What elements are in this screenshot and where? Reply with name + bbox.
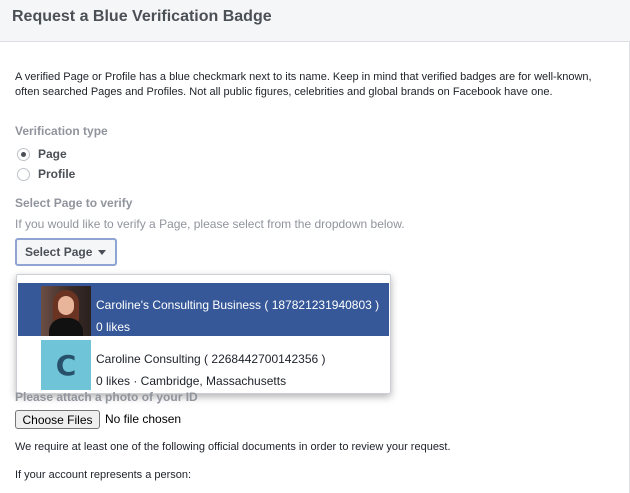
select-page-dropdown[interactable]: Select Page [15, 238, 117, 266]
dropdown-option-title: Caroline Consulting ( 2268442700142356 ) [96, 352, 326, 366]
radio-page-button[interactable] [17, 147, 30, 161]
radio-page[interactable]: Page [17, 146, 67, 162]
dropdown-option-subtitle: 0 likes [96, 320, 131, 334]
page-title: Request a Blue Verification Badge [12, 8, 272, 25]
radio-profile-label: Profile [38, 167, 76, 181]
file-status-text: No file chosen [105, 412, 182, 426]
radio-page-label: Page [38, 147, 67, 161]
select-page-label: Select Page to verify [15, 196, 133, 210]
select-page-button-label: Select Page [25, 245, 93, 259]
radio-profile[interactable]: Profile [17, 166, 75, 182]
dialog-header: Request a Blue Verification Badge [0, 0, 630, 42]
select-page-helper: If you would like to verify a Page, plea… [15, 217, 405, 231]
page-profile-photo [41, 286, 91, 336]
verification-type-label: Verification type [15, 124, 108, 138]
intro-text: A verified Page or Profile has a blue ch… [15, 71, 592, 98]
radio-profile-button[interactable] [17, 167, 30, 181]
page-letter-avatar: C [41, 340, 91, 390]
dropdown-option-caroline-consulting-business[interactable]: Caroline's Consulting Business ( 1878212… [18, 283, 389, 336]
dropdown-option-title: Caroline's Consulting Business ( 1878212… [96, 298, 380, 312]
attach-id-label: Please attach a photo of your ID [15, 390, 198, 404]
person-account-note: If your account represents a person: [15, 469, 192, 481]
dropdown-option-subtitle: 0 likes · Cambridge, Massachusetts [96, 374, 287, 388]
page-dropdown-menu: Caroline's Consulting Business ( 1878212… [16, 274, 391, 394]
require-documents-note: We require at least one of the following… [15, 441, 451, 453]
choose-files-button[interactable]: Choose Files [15, 410, 100, 429]
dropdown-option-caroline-consulting[interactable]: C Caroline Consulting ( 2268442700142356… [18, 337, 389, 390]
caret-down-icon [98, 249, 107, 255]
